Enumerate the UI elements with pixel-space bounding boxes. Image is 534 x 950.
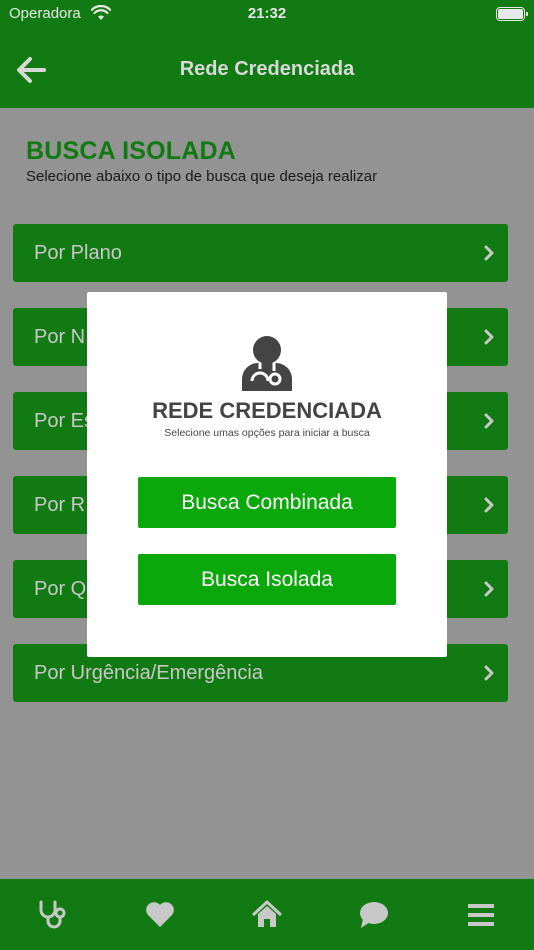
section-heading: BUSCA ISOLADA — [26, 137, 237, 165]
page-title: Rede Credenciada — [179, 58, 355, 80]
stethoscope-icon[interactable] — [37, 899, 69, 931]
heart-icon[interactable] — [144, 899, 176, 931]
search-option-label: Por R — [34, 494, 86, 516]
chevron-right-icon — [484, 581, 494, 597]
app-header: Operadora 21:32 Rede Credenciada — [0, 0, 534, 108]
doctor-icon — [242, 336, 292, 391]
search-option-label: Por Urgência/Emergência — [34, 662, 263, 684]
search-option-label: Por Es — [34, 410, 95, 432]
menu-icon[interactable] — [465, 899, 497, 931]
bottom-tab-bar — [0, 879, 534, 950]
chevron-right-icon — [484, 245, 494, 261]
busca-isolada-button[interactable]: Busca Isolada — [138, 554, 396, 605]
search-option-label: Por Plano — [34, 242, 122, 264]
search-option-label: Por N — [34, 326, 86, 348]
clock: 21:32 — [247, 5, 287, 22]
chevron-right-icon — [484, 413, 494, 429]
modal-subtitle: Selecione umas opções para iniciar a bus… — [164, 427, 370, 439]
search-option-row[interactable]: Por Plano — [13, 224, 508, 282]
chat-icon[interactable] — [358, 899, 390, 931]
busca-combinada-button[interactable]: Busca Combinada — [138, 477, 396, 528]
modal-title: REDE CREDENCIADA — [152, 398, 382, 423]
chevron-right-icon — [484, 665, 494, 681]
search-option-label: Por Q — [34, 578, 87, 600]
chevron-right-icon — [484, 497, 494, 513]
home-icon[interactable] — [251, 899, 283, 931]
section-subheading: Selecione abaixo o tipo de busca que des… — [26, 168, 378, 185]
chevron-right-icon — [484, 329, 494, 345]
status-bar: Operadora 21:32 — [0, 0, 534, 28]
search-type-modal: REDE CREDENCIADA Selecione umas opções p… — [87, 292, 447, 657]
battery-icon — [496, 7, 528, 21]
